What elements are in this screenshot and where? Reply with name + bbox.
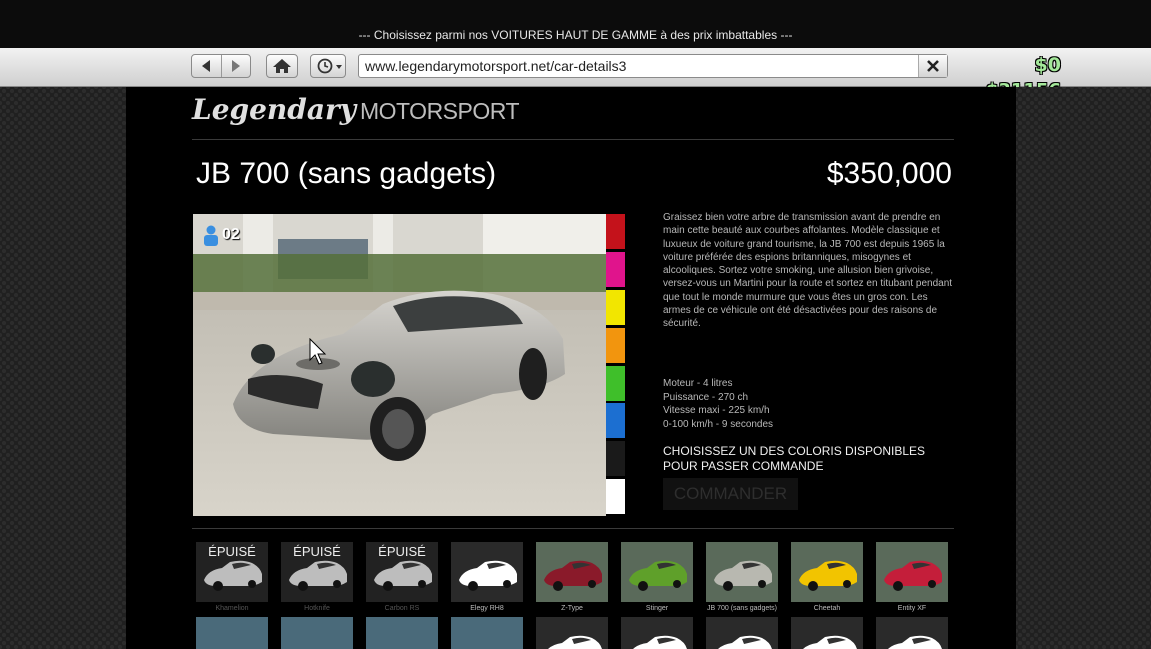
vehicle-thumb[interactable]: Elegy RH8 [451, 542, 523, 612]
back-arrow-icon[interactable] [192, 55, 222, 77]
vehicle-thumb[interactable]: Cheetah [791, 542, 863, 612]
color-swatch[interactable] [606, 441, 625, 477]
cash-counter: $0 [1034, 54, 1061, 76]
logo-script: Legendary [192, 93, 356, 126]
vehicle-thumb-next-row[interactable] [536, 617, 608, 649]
car-specs: Moteur - 4 litres Puissance - 270 ch Vites… [663, 377, 773, 431]
car-photo-render [193, 214, 606, 516]
color-swatch[interactable] [606, 251, 625, 287]
vehicle-name: Hotknife [304, 605, 330, 612]
color-swatch[interactable] [606, 403, 625, 439]
car-title: JB 700 (sans gadgets) [196, 157, 497, 190]
vehicle-thumb[interactable]: ÉPUISÉ Hotknife [281, 542, 353, 612]
site-logo[interactable]: Legendary MOTORSPORT [192, 93, 520, 133]
order-button[interactable]: COMMANDER [663, 478, 798, 510]
color-swatch[interactable] [606, 327, 625, 363]
color-swatches [606, 214, 625, 516]
player-badge: 02 [203, 224, 240, 246]
close-icon[interactable] [918, 55, 947, 77]
address-bar[interactable]: www.legendarymotorsport.net/car-details3 [358, 54, 948, 78]
vehicle-image [621, 542, 693, 602]
vehicle-image [451, 542, 523, 602]
vehicle-thumb-next-row[interactable] [706, 617, 778, 649]
color-swatch[interactable] [606, 479, 625, 515]
vehicle-thumb[interactable]: Stinger [621, 542, 693, 612]
vehicle-thumb[interactable]: Entity XF [876, 542, 948, 612]
choose-color-text: CHOISISSEZ UN DES COLORIS DISPONIBLES PO… [663, 444, 926, 473]
spec-line: Moteur - 4 litres [663, 378, 733, 389]
car-photo: 02 [193, 214, 606, 516]
forward-arrow-icon[interactable] [222, 55, 251, 77]
vehicle-image: ÉPUISÉ [366, 542, 438, 602]
player-count: 02 [222, 226, 240, 243]
vehicle-thumb-next-row[interactable] [876, 617, 948, 649]
vehicle-name: JB 700 (sans gadgets) [706, 605, 778, 612]
browser-toolbar: www.legendarymotorsport.net/car-details3 [0, 48, 1151, 87]
vehicle-image [791, 542, 863, 602]
sold-out-label: ÉPUISÉ [378, 544, 426, 559]
color-swatch[interactable] [606, 289, 625, 325]
vehicle-image: ÉPUISÉ [281, 542, 353, 602]
vehicle-name: Stinger [645, 605, 669, 612]
thumbs-divider [192, 528, 954, 529]
vehicle-thumb-next-row[interactable] [281, 617, 353, 649]
vehicle-thumb-next-row[interactable] [791, 617, 863, 649]
mouse-cursor-icon [309, 338, 327, 365]
tagline-text: --- Choisissez parmi nos VOITURES HAUT D… [358, 28, 793, 42]
vehicle-name: Carbon RS [384, 605, 420, 612]
vehicle-thumb-next-row[interactable] [196, 617, 268, 649]
vehicle-thumb[interactable]: Z-Type [536, 542, 608, 612]
vehicle-thumb[interactable]: JB 700 (sans gadgets) [706, 542, 778, 612]
sold-out-label: ÉPUISÉ [208, 544, 256, 559]
vehicle-thumb[interactable]: ÉPUISÉ Carbon RS [366, 542, 438, 612]
left-background [0, 87, 126, 649]
vehicle-image [536, 542, 608, 602]
nav-buttons [191, 54, 251, 78]
header-divider [192, 139, 954, 140]
sold-out-label: ÉPUISÉ [293, 544, 341, 559]
spec-line: Vitesse maxi - 225 km/h [663, 405, 770, 416]
vehicle-thumb[interactable]: ÉPUISÉ Khamelion [196, 542, 268, 612]
vehicle-name: Z-Type [561, 605, 583, 612]
car-price: $350,000 [826, 157, 952, 190]
vehicle-image [876, 542, 948, 602]
vehicle-name: Khamelion [215, 605, 249, 612]
history-button[interactable] [310, 54, 346, 78]
player-icon [204, 225, 218, 246]
spec-line: Puissance - 270 ch [663, 391, 749, 403]
right-background [1016, 87, 1151, 649]
logo-word: MOTORSPORT [360, 98, 520, 124]
history-clock-icon [311, 55, 345, 77]
vehicle-name: Elegy RH8 [470, 605, 504, 612]
home-button[interactable] [266, 54, 298, 78]
vehicle-name: Cheetah [813, 605, 841, 612]
url-text[interactable]: www.legendarymotorsport.net/car-details3 [365, 58, 626, 74]
spec-line: 0-100 km/h - 9 secondes [663, 418, 774, 430]
vehicle-image: ÉPUISÉ [196, 542, 268, 602]
car-description: Graissez bien votre arbre de transmissio… [663, 212, 953, 330]
color-swatch[interactable] [606, 214, 625, 249]
vehicle-thumb-next-row[interactable] [366, 617, 438, 649]
color-swatch[interactable] [606, 365, 625, 401]
vehicle-image [706, 542, 778, 602]
vehicle-thumb-next-row[interactable] [621, 617, 693, 649]
home-icon [267, 55, 297, 77]
vehicle-name: Entity XF [897, 605, 927, 612]
tagline-bar: --- Choisissez parmi nos VOITURES HAUT D… [0, 0, 1151, 48]
vehicle-thumb-next-row[interactable] [451, 617, 523, 649]
